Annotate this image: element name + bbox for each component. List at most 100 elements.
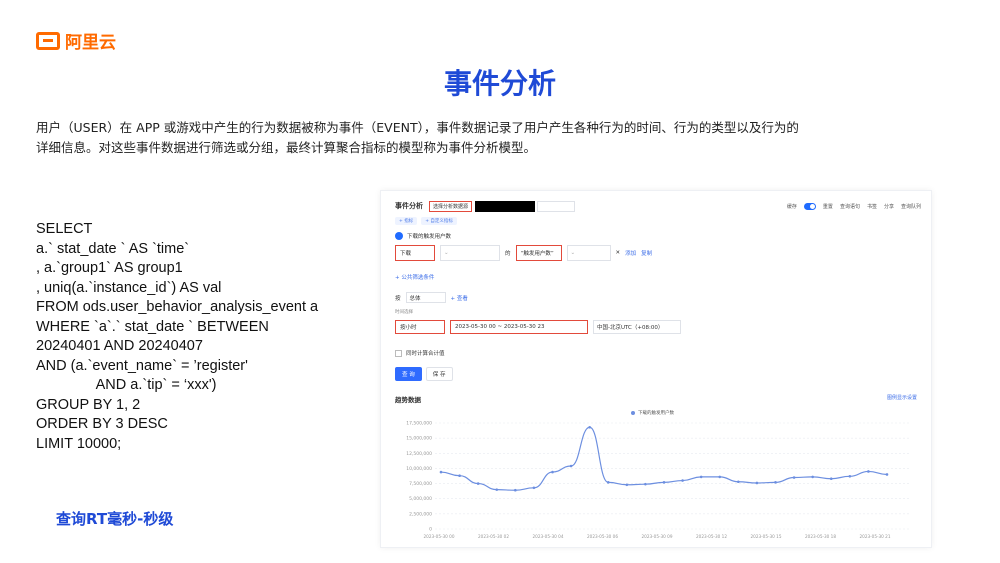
y-tick-label: 5,000,000 (409, 496, 432, 502)
sql-line: 20240401 AND 20240407 (36, 338, 203, 354)
cache-toggle[interactable] (803, 202, 816, 210)
x-tick-label: 2023-05-30 12 (696, 534, 727, 539)
sql-code-block: SELECT a.` stat_date ` AS `time` , a.`gr… (36, 220, 318, 454)
sql-line: FROM ods.user_behavior_analysis_event a (36, 299, 319, 315)
data-point (867, 470, 870, 473)
sql-line: a.` stat_date ` AS `time` (36, 240, 190, 257)
event-of-label: 的 (505, 251, 511, 257)
sql-line: GROUP BY 1, 2 (36, 396, 141, 413)
data-point (774, 481, 777, 484)
legend-label: 下载的触发用户数 (638, 411, 674, 416)
sql-line: , uniq(a.`instance_id`) AS val (36, 279, 222, 296)
datasource-dropdown[interactable] (537, 200, 576, 212)
cache-label: 缓存 (786, 203, 797, 210)
datasource-select[interactable]: 选择分析数据源 (429, 200, 473, 212)
data-point (644, 482, 647, 486)
query-button[interactable]: 查 询 (395, 367, 422, 381)
redacted-block (475, 200, 536, 212)
add-metric-chip[interactable]: + 指标 (395, 217, 418, 225)
data-point (811, 475, 814, 479)
event-row: 下载 ⌄ 的 “触发用户数” ⌄ ✕ 添加 复制 (395, 245, 652, 261)
group-by-select[interactable]: 总体 (405, 292, 446, 303)
page-title: 事件分析 (443, 67, 556, 100)
x-tick-label: 2023-05-30 04 (533, 534, 564, 539)
close-icon[interactable]: ✕ (616, 250, 621, 256)
x-tick-label: 2023-05-30 21 (860, 534, 891, 539)
share-button[interactable]: 分享 (884, 203, 894, 210)
data-point (625, 483, 629, 487)
data-point (699, 475, 703, 479)
reset-button[interactable]: 重置 (823, 203, 833, 210)
sql-line: AND (a.`event_name` = ’register' (36, 357, 248, 374)
metric-dot-icon (395, 232, 403, 240)
data-point (829, 477, 833, 481)
data-point (458, 474, 461, 477)
header-actions: 缓存 重置 查询语句 书签 分享 查询队列 (786, 202, 921, 210)
intro-line-1: 用户（USER）在 APP 或游戏中产生的行为数据被称为事件（EVENT），事件… (36, 120, 799, 135)
cumulative-checkbox[interactable] (395, 349, 402, 357)
date-range-picker[interactable]: 2023-05-30 00 ~ 2023-05-30 23 (450, 320, 588, 334)
add-custom-metric-chip[interactable]: + 自定义指标 (421, 217, 457, 225)
sql-line: LIMIT 10000; (36, 435, 122, 452)
data-point (476, 482, 480, 485)
legend-settings-link[interactable]: 图例显示设置 (887, 394, 917, 401)
data-point (755, 481, 759, 485)
sql-line: ORDER BY 3 DESC (36, 416, 168, 432)
event-select[interactable]: 下载 (395, 245, 435, 261)
intro-text: 用户（USER）在 APP 或游戏中产生的行为数据被称为事件（EVENT），事件… (36, 118, 936, 158)
data-point (662, 481, 666, 484)
metric-dropdown-arrow[interactable]: ⌄ (566, 245, 611, 261)
time-section-label: 时间选择 (395, 310, 413, 315)
y-tick-label: 0 (429, 527, 432, 533)
metric-select[interactable]: “触发用户数” (515, 245, 562, 261)
logo-text: 阿里云 (65, 33, 116, 53)
x-tick-label: 2023-05-30 06 (587, 534, 618, 539)
data-point (792, 476, 796, 479)
x-tick-label: 2023-05-30 02 (478, 534, 509, 539)
action-buttons: 查 询 保 存 (395, 367, 453, 381)
sql-line: AND a.`tip` = ‘xxx') (36, 377, 217, 393)
data-point (551, 470, 554, 474)
app-header: 事件分析 选择分析数据源 缓存 重置 查询语句 书签 分享 查询队列 (395, 199, 921, 213)
data-point (495, 488, 499, 491)
data-point (532, 486, 536, 490)
legend-dot-icon (631, 411, 635, 415)
query-queue-button[interactable]: 查询队列 (901, 203, 921, 210)
series-line (440, 426, 888, 491)
group-add-link[interactable]: + 查看 (451, 294, 468, 302)
bookmark-button[interactable]: 书签 (867, 203, 877, 210)
event-dropdown-arrow[interactable]: ⌄ (440, 245, 500, 261)
x-tick-label: 2023-05-30 15 (751, 534, 782, 539)
y-tick-label: 7,500,000 (409, 481, 432, 487)
time-row: 按小时 2023-05-30 00 ~ 2023-05-30 23 中国-北京U… (395, 320, 681, 334)
x-tick-label: 2023-05-30 09 (642, 534, 673, 539)
trend-chart: 0 2,500,000 5,000,000 7,500,000 10,000,000 12… (406, 421, 911, 539)
x-tick-label: 2023-05-30 00 (424, 534, 455, 539)
sql-line: , a.`group1` AS group1 (36, 260, 183, 276)
chart-legend: 下载的触发用户数 (631, 410, 674, 416)
sql-line: SELECT (36, 221, 93, 237)
metric-name[interactable]: 下载的触发用户数 (407, 232, 451, 240)
query-statement-button[interactable]: 查询语句 (840, 203, 860, 210)
y-tick-label: 17,500,000 (406, 421, 432, 427)
data-point (588, 425, 591, 429)
timezone-select[interactable]: 中国-北京UTC（+08:00） (593, 320, 681, 334)
data-point (885, 473, 889, 476)
copy-link[interactable]: 复制 (641, 249, 652, 257)
granularity-select[interactable]: 按小时 (395, 320, 445, 334)
common-filter-link[interactable]: + 公共筛选条件 (395, 273, 434, 281)
metric-row: 下载的触发用户数 (395, 232, 451, 240)
metric-chips: + 指标 + 自定义指标 (395, 217, 457, 225)
data-point (848, 475, 852, 478)
data-point (569, 464, 573, 468)
add-filter-link[interactable]: 添加 (625, 249, 636, 257)
cumulative-row: 同时计算合计值 (395, 349, 445, 357)
data-point (718, 475, 722, 479)
sql-line: WHERE `a`.` stat_date ` BETWEEN (36, 318, 269, 335)
data-point (737, 480, 740, 484)
y-tick-label: 2,500,000 (409, 511, 432, 517)
data-point (606, 481, 610, 484)
group-row: 按 总体 + 查看 (395, 292, 468, 303)
app-title: 事件分析 (395, 202, 423, 210)
save-button[interactable]: 保 存 (425, 367, 453, 381)
